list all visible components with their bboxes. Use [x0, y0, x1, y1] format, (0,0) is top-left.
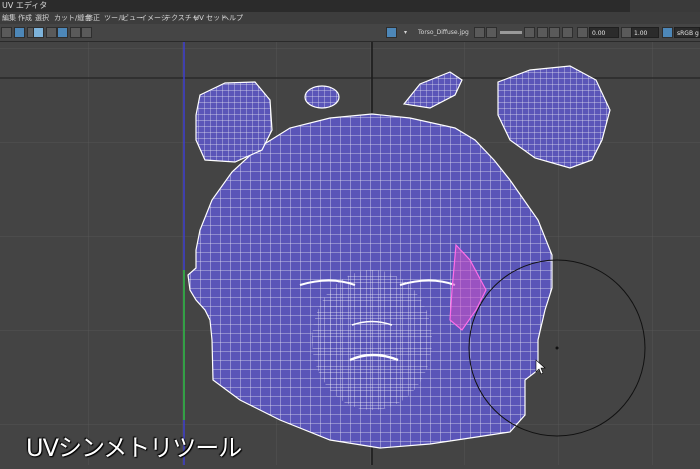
image-display-icon[interactable]	[33, 27, 44, 38]
window-titlebar: UV エディタ	[0, 0, 700, 12]
uv-canvas[interactable]	[0, 42, 700, 465]
uv-viewport[interactable]	[0, 42, 700, 465]
grid-icon[interactable]	[14, 27, 25, 38]
caption-text: UVシンメトリツール	[26, 434, 242, 462]
gamma-field[interactable]: 1.00	[631, 27, 659, 38]
snap-icon[interactable]	[549, 27, 560, 38]
lock-icon[interactable]	[537, 27, 548, 38]
color-manage-icon[interactable]	[662, 27, 673, 38]
symmetry-tool-center	[555, 346, 559, 350]
channel-icon[interactable]	[474, 27, 485, 38]
uv-shell-small-left[interactable]	[304, 85, 340, 109]
camera-icon[interactable]	[81, 27, 92, 38]
exposure-reset-icon[interactable]	[577, 27, 588, 38]
uv-toolbar: ▾ Torso_Diffuse.jpg 0.00 1.00 sRGB gamma	[0, 24, 700, 42]
menu-edit[interactable]: 編集	[2, 12, 16, 24]
uv-shell-face[interactable]	[187, 113, 553, 449]
menu-select[interactable]: 選択	[35, 12, 49, 24]
grid-display-icon[interactable]	[57, 27, 68, 38]
shaded-icon[interactable]	[46, 27, 57, 38]
menu-bar: 編集 作成 選択 カット/縫合 修正 ツール ビュー イメージ テクスチャ UV…	[0, 12, 700, 24]
dim-slider[interactable]	[500, 31, 522, 34]
color-space-field[interactable]: sRGB gamma	[674, 27, 700, 38]
texture-name[interactable]: Torso_Diffuse.jpg	[418, 27, 472, 38]
image-icon[interactable]	[386, 27, 397, 38]
menu-modify[interactable]: 修正	[86, 12, 100, 24]
exposure-field[interactable]: 0.00	[589, 27, 619, 38]
menu-help[interactable]: ヘルプ	[222, 12, 243, 24]
exposure-icon[interactable]	[524, 27, 535, 38]
pixel-snap-icon[interactable]	[70, 27, 81, 38]
image-dropdown-icon[interactable]: ▾	[404, 27, 414, 38]
window-title: UV エディタ	[2, 1, 48, 10]
toggle-icon[interactable]	[1, 27, 12, 38]
window-controls[interactable]	[630, 0, 700, 12]
display-icon[interactable]	[562, 27, 573, 38]
uv-shell-left-ear[interactable]	[195, 81, 273, 163]
menu-create[interactable]: 作成	[18, 12, 32, 24]
alpha-icon[interactable]	[486, 27, 497, 38]
